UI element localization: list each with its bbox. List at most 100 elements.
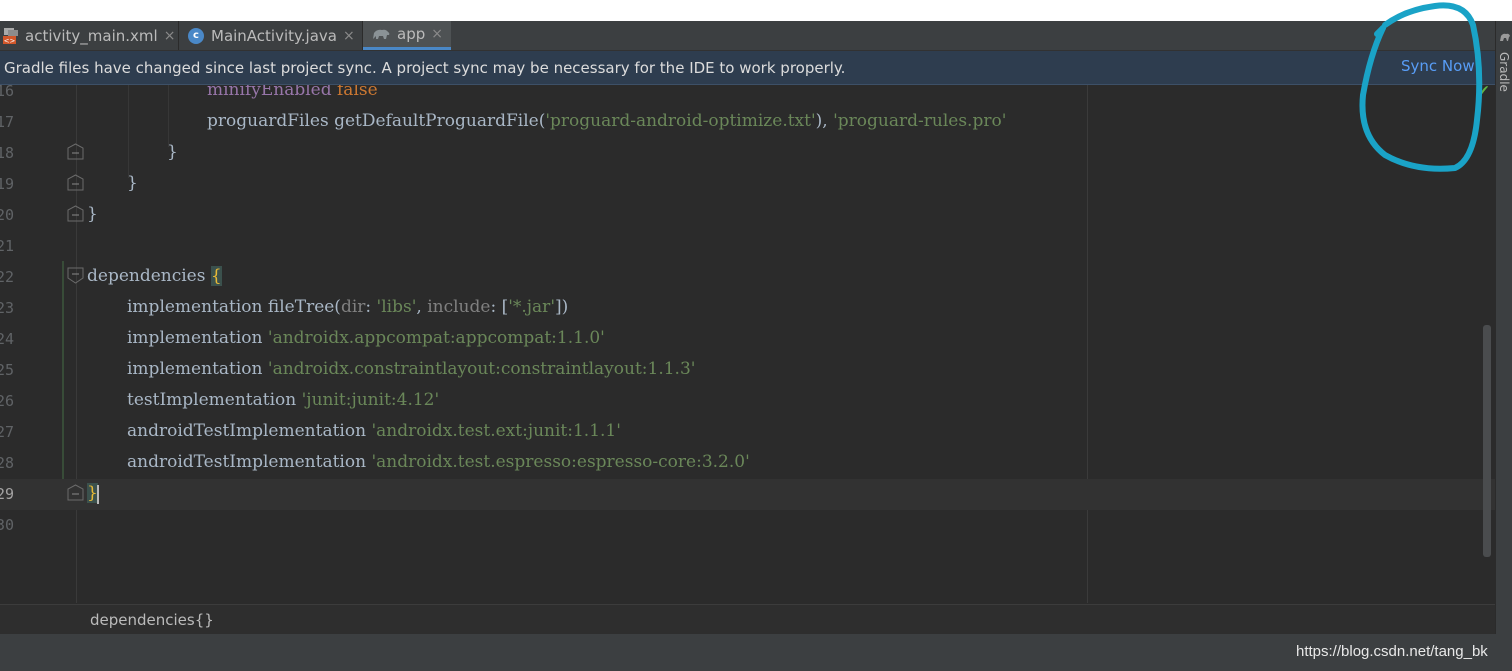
code-line: 16 minifyEnabled false [0,85,1495,107]
code-line: 27 androidTestImplementation 'androidx.t… [0,417,1495,448]
line-number: 19 [0,175,15,193]
line-number: 25 [0,361,15,379]
token: 'androidx.constraintlayout:constraintlay… [267,359,696,379]
token: androidTestImplementation [127,421,372,441]
gradle-elephant-icon [373,29,390,39]
token: false [337,85,378,100]
token: testImplementation [127,390,302,410]
watermark-text: https://blog.csdn.net/tang_bk [1296,643,1488,660]
code-text: } [87,204,98,224]
token: '*.jar' [508,297,555,317]
code-text: implementation 'androidx.constraintlayou… [127,359,695,379]
fold-marker-icon[interactable] [67,174,84,191]
token: 'androidx.test.ext:junit:1.1.1' [371,421,621,441]
gradle-elephant-icon[interactable] [1499,32,1511,42]
matched-brace: { [210,266,222,286]
tab-label: activity_main.xml [25,26,158,45]
code-line: 18 } [0,138,1495,169]
breadcrumb[interactable]: dependencies{} [90,611,214,629]
code-text: implementation fileTree(dir: 'libs', inc… [127,297,568,317]
sync-now-link[interactable]: Sync Now [1401,57,1475,75]
editor-tab-bar: <> activity_main.xml × c MainActivity.ja… [0,21,1495,51]
code-text: dependencies { [87,266,222,286]
code-line: 20 } [0,200,1495,231]
code-line: 24 implementation 'androidx.appcompat:ap… [0,324,1495,355]
code-text: androidTestImplementation 'androidx.test… [127,452,750,472]
token: implementation [127,328,268,348]
code-editor[interactable]: 16 minifyEnabled false 17 proguardFiles … [0,85,1495,603]
token: ), [815,111,834,131]
token: androidTestImplementation [127,452,372,472]
fold-marker-icon[interactable] [67,484,84,501]
token: 'androidx.test.espresso:espresso-core:3.… [371,452,750,472]
banner-message: Gradle files have changed since last pro… [4,59,846,77]
right-tool-window-strip [1495,21,1512,634]
code-text: } [167,142,178,162]
code-text: } [127,173,138,193]
token: dir [340,297,366,317]
token: 'proguard-android-optimize.txt' [545,111,816,131]
token: proguardFiles getDefaultProguardFile( [207,111,546,131]
inspection-ok-icon[interactable]: ✔ [1478,85,1490,99]
code-line: 26 testImplementation 'junit:junit:4.12' [0,386,1495,417]
code-text: androidTestImplementation 'androidx.test… [127,421,621,441]
tab-label: app [397,25,426,43]
line-number: 23 [0,299,15,317]
code-line: 30 [0,510,1495,541]
line-number: 20 [0,206,15,224]
line-number: 29 [0,485,15,503]
token: 'libs' [376,297,417,317]
line-number: 24 [0,330,15,348]
token: ]) [555,297,569,317]
token: minifyEnabled [207,85,332,100]
code-line: 21 [0,231,1495,262]
fold-marker-icon[interactable] [67,267,84,284]
java-class-icon: c [188,27,204,44]
code-line: 25 implementation 'androidx.constraintla… [0,355,1495,386]
line-number: 21 [0,237,15,255]
tab-activity-main-xml[interactable]: <> activity_main.xml × [0,21,179,50]
sync-notification-banner: Gradle files have changed since last pro… [0,51,1495,85]
code-line-current: 29 } [0,479,1495,510]
code-line: 19 } [0,169,1495,200]
token: implementation fileTree( [127,297,341,317]
close-icon[interactable]: × [343,28,355,44]
token: 'androidx.appcompat:appcompat:1.1.0' [267,328,605,348]
fold-marker-icon[interactable] [67,143,84,160]
token: 'junit:junit:4.12' [301,390,440,410]
breadcrumb-bar: dependencies{} [0,604,1495,634]
vertical-scrollbar[interactable] [1483,325,1491,557]
code-text: proguardFiles getDefaultProguardFile('pr… [207,111,1006,131]
code-line: 23 implementation fileTree(dir: 'libs', … [0,293,1495,324]
close-icon[interactable]: × [431,26,443,42]
line-number: 18 [0,144,15,162]
token: include [427,297,491,317]
fold-marker-icon[interactable] [67,205,84,222]
close-icon[interactable]: × [164,28,176,44]
line-number: 28 [0,454,15,472]
code-line: 17 proguardFiles getDefaultProguardFile(… [0,107,1495,138]
code-line: 28 androidTestImplementation 'androidx.t… [0,448,1495,479]
text-caret [97,485,99,504]
tab-label: MainActivity.java [211,26,337,45]
code-line: 22 dependencies { [0,262,1495,293]
line-number: 26 [0,392,15,410]
tab-main-activity-java[interactable]: c MainActivity.java × [179,21,363,50]
line-number: 16 [0,85,15,100]
line-number: 27 [0,423,15,441]
code-text: minifyEnabled false [207,85,378,100]
line-number: 17 [0,113,15,131]
line-number: 30 [0,516,15,534]
status-bar: https://blog.csdn.net/tang_bk [0,634,1512,671]
tab-app-gradle[interactable]: app × [363,21,451,50]
token: 'proguard-rules.pro' [833,111,1007,131]
svg-text:<>: <> [4,37,16,45]
token: implementation [127,359,268,379]
token: , [416,297,428,317]
code-text: implementation 'androidx.appcompat:appco… [127,328,605,348]
line-number: 22 [0,268,15,286]
xml-file-icon: <> [3,27,18,45]
token: : [ [490,297,509,317]
token: dependencies [87,266,211,286]
gradle-tool-button[interactable]: Gradle [1497,52,1511,92]
